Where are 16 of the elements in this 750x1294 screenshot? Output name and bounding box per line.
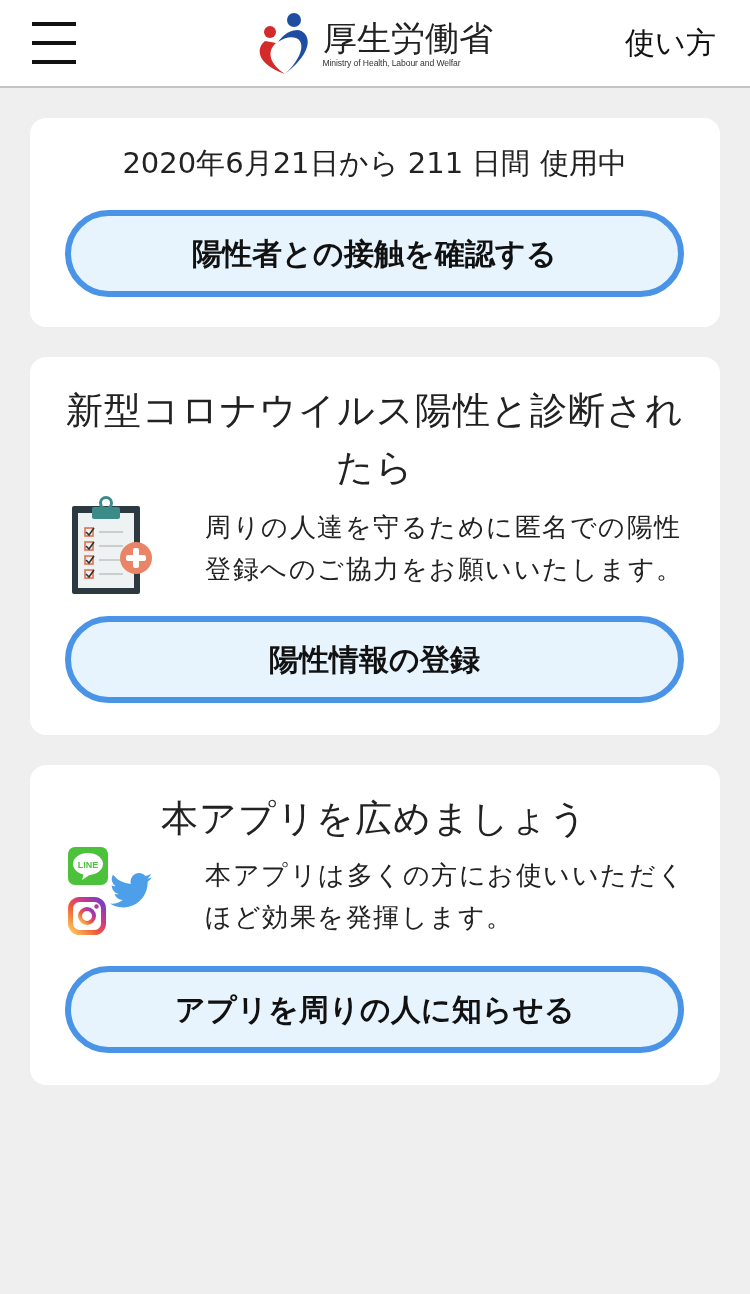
- clipboard-icon: [72, 496, 152, 594]
- card-description: 本アプリは多くの方にお使いいただくほど効果を発揮します。: [205, 859, 687, 934]
- usage-duration-text: 2020年6月21日から 211 日間 使用中: [121, 145, 628, 182]
- action-button[interactable]: 陽性者との接触を確認する: [65, 210, 684, 297]
- card-description: 周りの人達を守るために匿名での陽性登録へのご協力をお願いいたします。: [205, 511, 685, 586]
- action-button[interactable]: アプリを周りの人に知らせる: [65, 966, 684, 1053]
- logo-subtitle: Ministry of Health, Labour and Welfar: [322, 57, 462, 69]
- line-logo-icon: LINE: [68, 847, 108, 885]
- bird-logo-icon: [110, 873, 152, 909]
- help-link[interactable]: 使い方: [625, 23, 716, 63]
- card-title: 本アプリを広めましょう: [160, 796, 589, 842]
- action-button[interactable]: 陽性情報の登録: [65, 616, 684, 703]
- camera-logo-icon: [68, 897, 106, 935]
- logo-title: 厚生労働省: [322, 17, 493, 58]
- card-title: 新型コロナウイルス陽性と診断されたら: [64, 388, 685, 491]
- menu-icon[interactable]: [32, 22, 76, 64]
